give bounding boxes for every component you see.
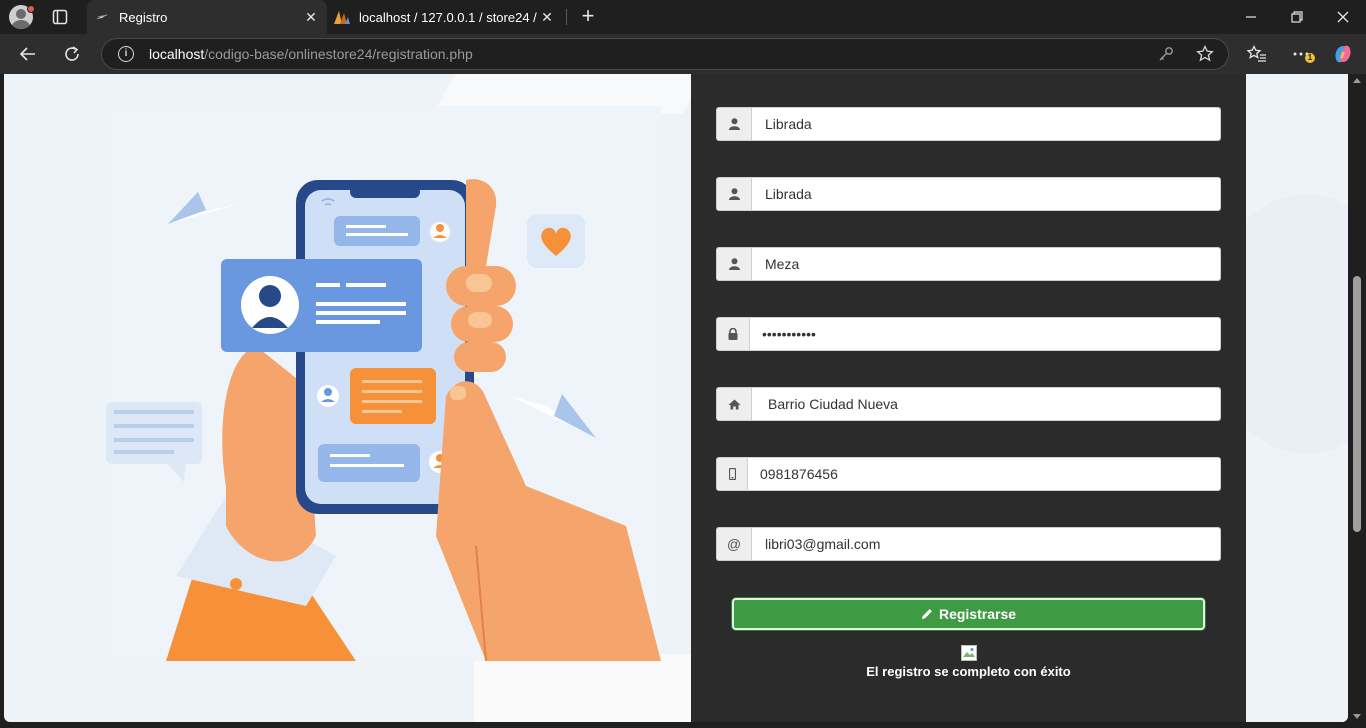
- favorites-icon[interactable]: [1246, 43, 1268, 65]
- close-window-button[interactable]: [1332, 6, 1354, 28]
- tab-phpmyadmin[interactable]: localhost / 127.0.0.1 / store24 / cl ✕: [327, 0, 563, 34]
- page-viewport: Librada Librada Meza ••••••••••• Barrio: [4, 74, 1348, 722]
- profile-status-dot: [27, 5, 35, 13]
- new-tab-button[interactable]: +: [578, 5, 598, 27]
- tab-separator: [566, 9, 567, 25]
- close-tab-icon[interactable]: ✕: [303, 9, 319, 25]
- user-icon: [717, 248, 752, 280]
- background-shape: [1206, 74, 1348, 722]
- home-icon: [717, 388, 752, 420]
- pencil-icon: [921, 609, 932, 619]
- password-field[interactable]: •••••••••••: [716, 317, 1221, 351]
- browser-titlebar: Registro ✕ localhost / 127.0.0.1 / store…: [0, 0, 1366, 34]
- last-name-field[interactable]: Meza: [716, 247, 1221, 281]
- tab-title: Registro: [119, 9, 168, 25]
- favorite-star-icon[interactable]: [1196, 44, 1214, 68]
- restore-button[interactable]: [1286, 6, 1308, 28]
- back-button[interactable]: [17, 43, 39, 65]
- register-button[interactable]: Registrarse: [732, 598, 1205, 630]
- page-favicon-icon: [93, 8, 111, 26]
- url-text[interactable]: localhost/codigo-base/onlinestore24/regi…: [149, 46, 473, 62]
- background-shape: [474, 654, 694, 722]
- reload-button[interactable]: [61, 43, 83, 65]
- email-field[interactable]: @ libri03@gmail.com: [716, 527, 1221, 561]
- register-button-label: Registrarse: [938, 606, 1017, 622]
- window-bottom-edge: [0, 722, 1348, 728]
- success-message: El registro se completo con éxito: [866, 664, 1071, 679]
- address-field[interactable]: Barrio Ciudad Nueva: [716, 387, 1221, 421]
- copilot-icon[interactable]: [1332, 43, 1354, 65]
- close-tab-icon[interactable]: ✕: [539, 9, 555, 25]
- user-icon: [717, 178, 752, 210]
- middle-name-value[interactable]: Librada: [765, 178, 812, 210]
- tab-actions-icon[interactable]: [52, 9, 68, 25]
- last-name-value[interactable]: Meza: [765, 248, 799, 280]
- first-name-field[interactable]: Librada: [716, 107, 1221, 141]
- mobile-icon: [717, 458, 748, 490]
- site-info-icon[interactable]: i: [118, 46, 134, 62]
- tab-registro[interactable]: Registro ✕: [87, 0, 327, 34]
- registration-illustration: [106, 106, 661, 661]
- scroll-up-arrow-icon[interactable]: [1353, 78, 1361, 83]
- tab-title: localhost / 127.0.0.1 / store24 / cl: [359, 9, 539, 25]
- lock-icon: [717, 318, 750, 350]
- phpmyadmin-favicon-icon: [333, 8, 351, 26]
- phone-field[interactable]: 0981876456: [716, 457, 1221, 491]
- browser-toolbar: i localhost/codigo-base/onlinestore24/re…: [0, 34, 1366, 74]
- middle-name-field[interactable]: Librada: [716, 177, 1221, 211]
- user-icon: [717, 108, 752, 140]
- email-value[interactable]: libri03@gmail.com: [765, 528, 880, 560]
- broken-image-icon: [961, 645, 977, 661]
- scroll-down-arrow-icon[interactable]: [1353, 714, 1361, 719]
- password-key-icon[interactable]: [1158, 46, 1174, 67]
- at-icon: @: [717, 528, 752, 560]
- phone-value[interactable]: 0981876456: [760, 458, 838, 490]
- password-value[interactable]: •••••••••••: [762, 318, 816, 350]
- address-bar[interactable]: i localhost/codigo-base/onlinestore24/re…: [101, 38, 1229, 70]
- minimize-button[interactable]: [1240, 6, 1262, 28]
- scrollbar-thumb[interactable]: [1353, 276, 1361, 532]
- notification-badge: 1: [1305, 53, 1315, 63]
- page-scrollbar[interactable]: [1348, 74, 1366, 728]
- registration-form-panel: Librada Librada Meza ••••••••••• Barrio: [691, 74, 1246, 722]
- address-value[interactable]: Barrio Ciudad Nueva: [768, 388, 898, 420]
- first-name-value[interactable]: Librada: [765, 108, 812, 140]
